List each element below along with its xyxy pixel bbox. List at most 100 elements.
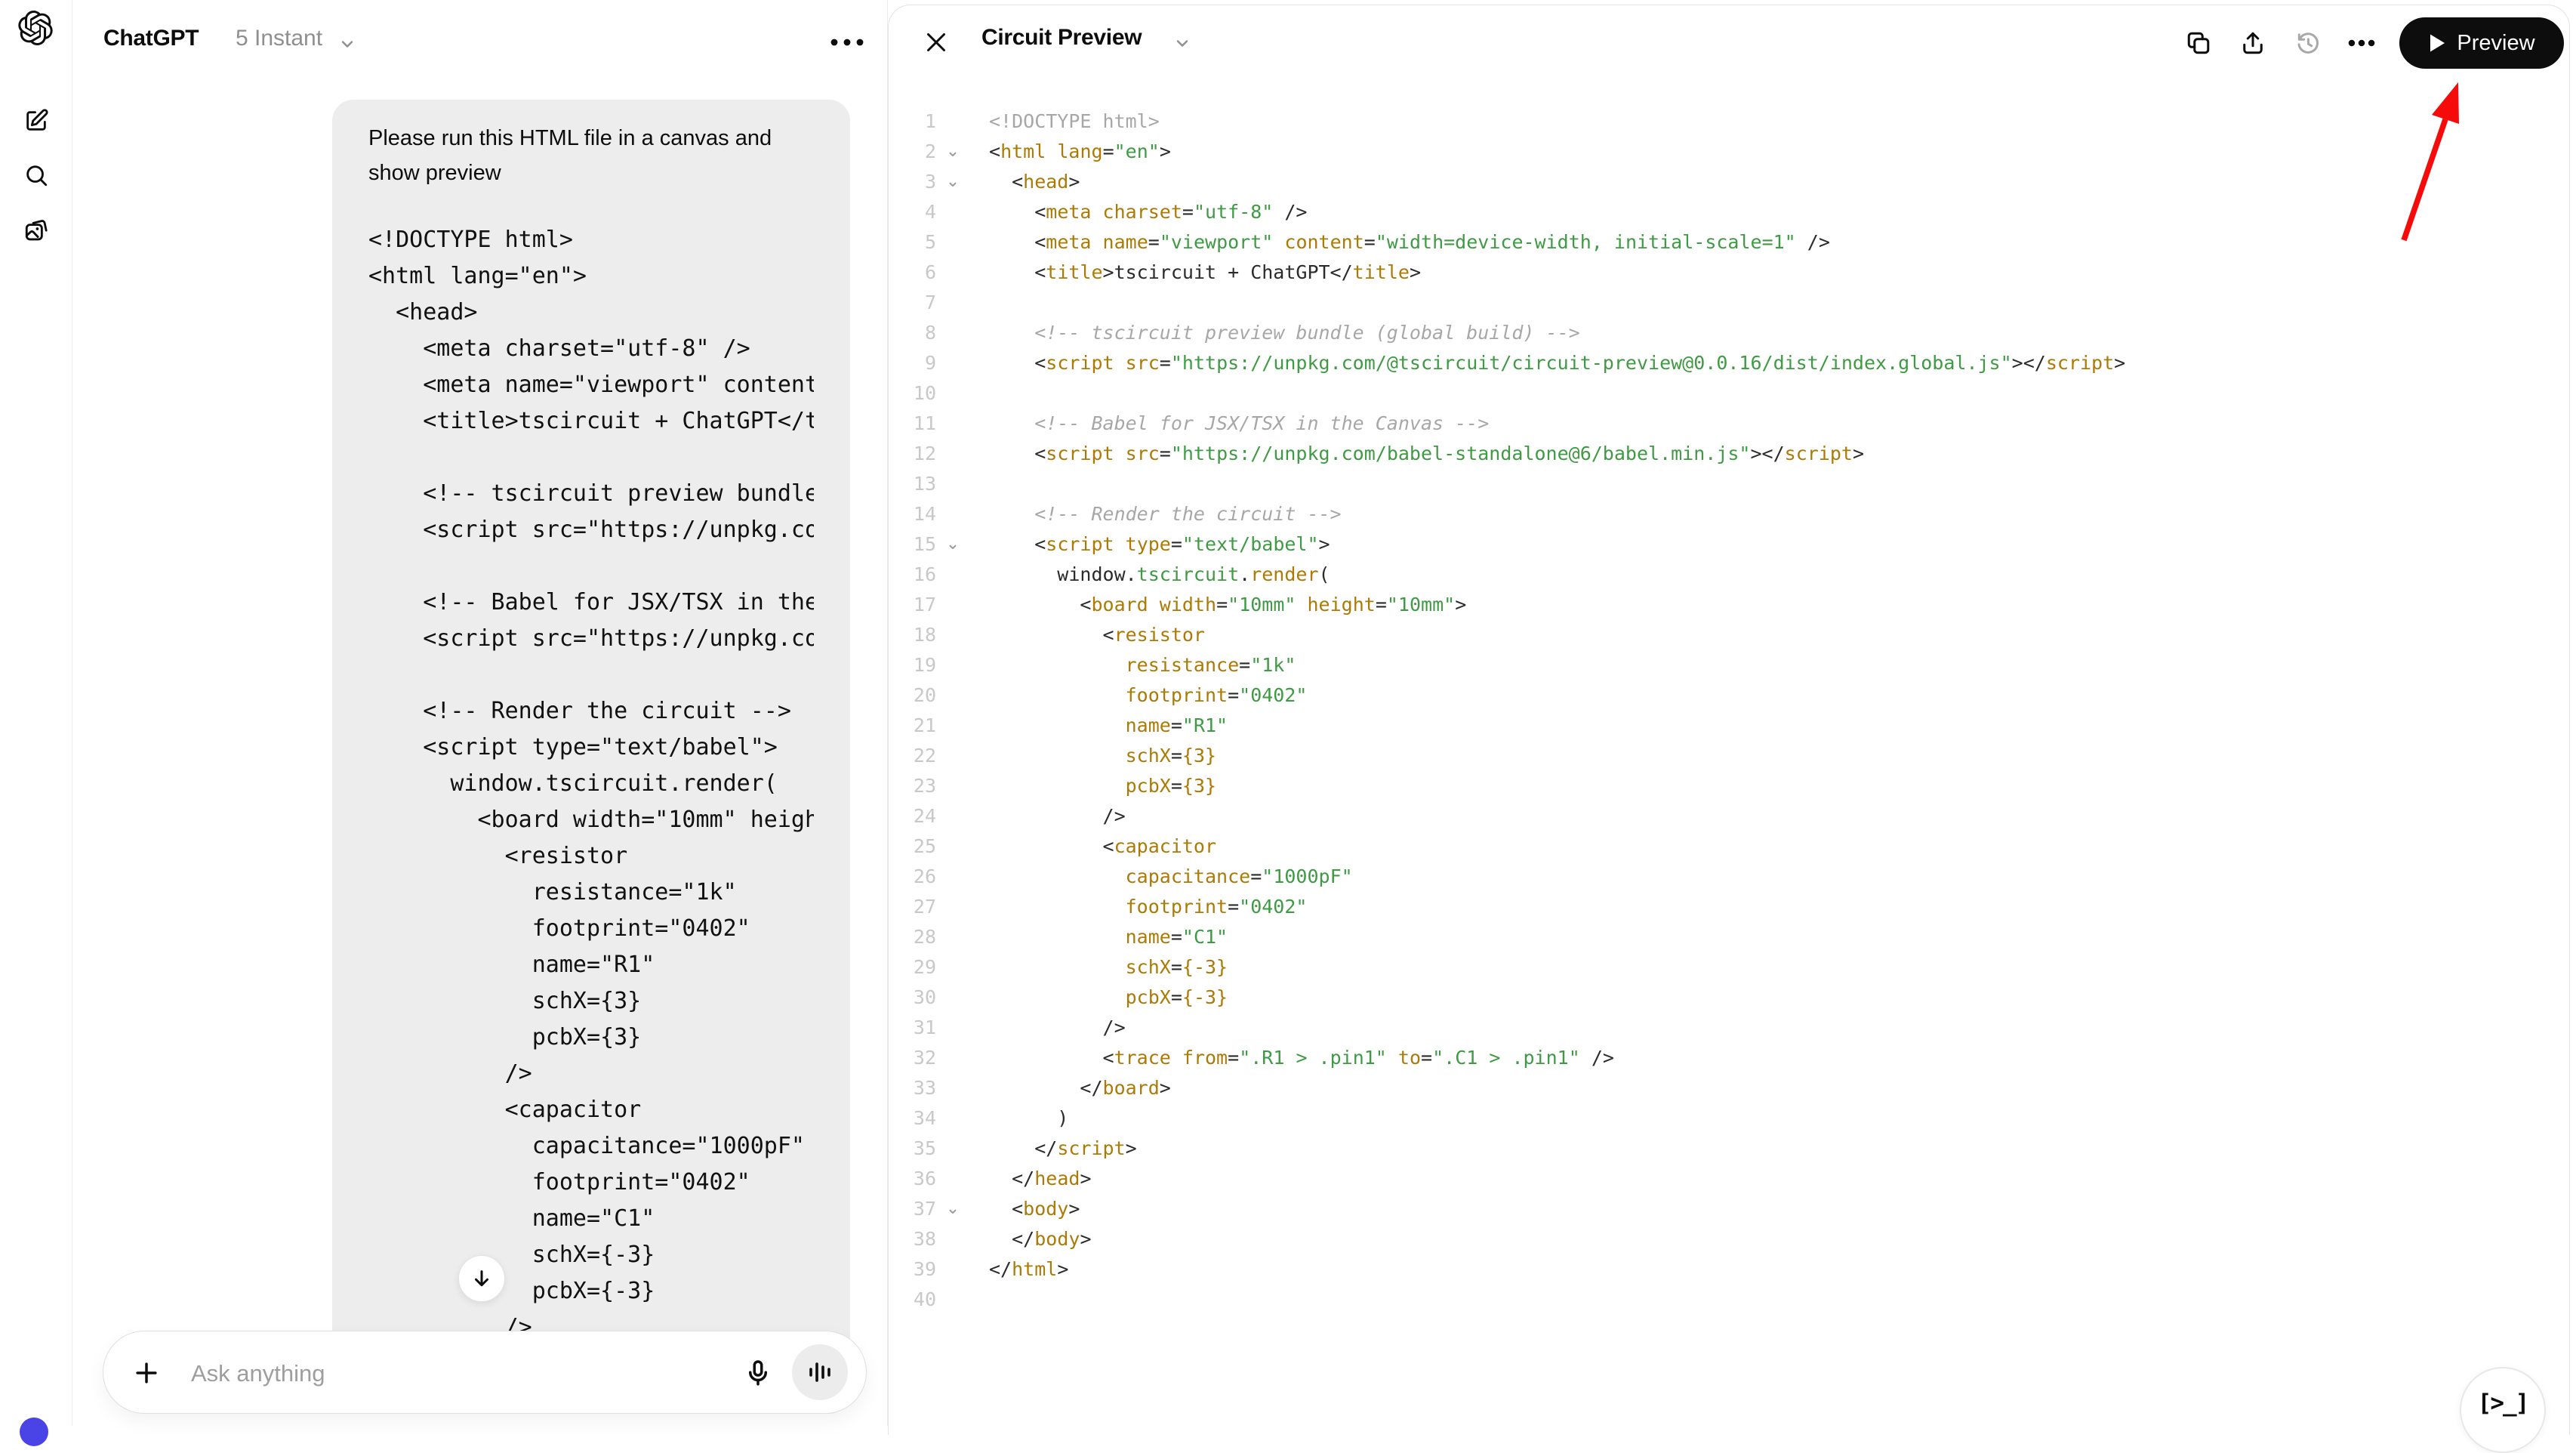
code-line[interactable]: 26 capacitance="1000pF"	[889, 861, 2565, 891]
line-number: 8	[889, 322, 936, 344]
code-line[interactable]: 24 />	[889, 801, 2565, 831]
code-line[interactable]: 5 <meta name="viewport" content="width=d…	[889, 227, 2565, 257]
code-line[interactable]: 1<!DOCTYPE html>	[889, 106, 2565, 136]
share-button[interactable]	[2236, 26, 2269, 60]
code-line[interactable]: 13	[889, 468, 2565, 498]
code-line[interactable]: 28 name="C1"	[889, 921, 2565, 952]
fold-chevron-icon[interactable]: ⌄	[936, 141, 969, 161]
code-text: <resistor	[969, 624, 1205, 646]
compose-icon	[23, 108, 49, 134]
code-line[interactable]: 39</html>	[889, 1254, 2565, 1284]
copy-icon	[2185, 29, 2212, 57]
user-avatar[interactable]	[20, 1418, 48, 1446]
line-number: 37	[889, 1198, 936, 1220]
code-line[interactable]: 25 <capacitor	[889, 831, 2565, 861]
fold-chevron-icon[interactable]: ⌄	[936, 171, 969, 191]
line-number: 10	[889, 382, 936, 404]
fold-chevron-icon[interactable]: ⌄	[936, 534, 969, 554]
code-line[interactable]: 33 </board>	[889, 1072, 2565, 1103]
code-line[interactable]: 38 </body>	[889, 1223, 2565, 1254]
line-number: 7	[889, 292, 936, 313]
scroll-to-bottom-button[interactable]	[458, 1255, 505, 1302]
code-line[interactable]: 14 <!-- Render the circuit -->	[889, 498, 2565, 529]
line-number: 32	[889, 1047, 936, 1069]
code-text: <!-- Babel for JSX/TSX in the Canvas -->	[969, 412, 1489, 434]
dictate-button[interactable]	[744, 1359, 772, 1387]
line-number: 19	[889, 654, 936, 676]
chat-input-placeholder[interactable]: Ask anything	[191, 1360, 325, 1387]
code-line[interactable]: 10	[889, 378, 2565, 408]
code-line[interactable]: 7	[889, 287, 2565, 317]
code-line[interactable]: 3⌄ <head>	[889, 166, 2565, 196]
line-number: 5	[889, 231, 936, 253]
chat-options-button[interactable]	[826, 27, 868, 57]
library-button[interactable]	[22, 216, 51, 245]
line-number: 34	[889, 1107, 936, 1129]
upload-icon	[2239, 29, 2266, 57]
code-line[interactable]: 21 name="R1"	[889, 710, 2565, 740]
code-line[interactable]: 34 )	[889, 1103, 2565, 1133]
code-line[interactable]: 6 <title>tscircuit + ChatGPT</title>	[889, 257, 2565, 287]
line-number: 12	[889, 443, 936, 464]
code-line[interactable]: 20 footprint="0402"	[889, 680, 2565, 710]
code-text: footprint="0402"	[969, 684, 1307, 706]
canvas-title-chevron-down-icon[interactable]	[1173, 34, 1191, 56]
model-selector-chevron-down-icon[interactable]	[338, 35, 356, 57]
attach-plus-button[interactable]	[132, 1359, 161, 1387]
copy-code-button[interactable]	[2182, 26, 2215, 60]
code-line[interactable]: 32 <trace from=".R1 > .pin1" to=".C1 > .…	[889, 1042, 2565, 1072]
code-line[interactable]: 18 <resistor	[889, 619, 2565, 649]
code-line[interactable]: 37⌄ <body>	[889, 1193, 2565, 1223]
code-text: <title>tscircuit + ChatGPT</title>	[969, 261, 1421, 283]
code-line[interactable]: 29 schX={-3}	[889, 952, 2565, 982]
line-number: 13	[889, 473, 936, 495]
user-message-text: Please run this HTML file in a canvas an…	[368, 121, 814, 190]
play-icon	[2428, 32, 2446, 54]
code-text: <body>	[969, 1198, 1080, 1220]
line-number: 23	[889, 775, 936, 797]
chat-app-title[interactable]: ChatGPT	[103, 26, 199, 51]
canvas-close-button[interactable]	[920, 26, 953, 59]
code-line[interactable]: 4 <meta charset="utf-8" />	[889, 196, 2565, 227]
new-chat-button[interactable]	[22, 106, 51, 135]
canvas-more-options-button[interactable]	[2345, 26, 2378, 60]
version-history-button[interactable]	[2291, 26, 2325, 60]
code-line[interactable]: 23 pcbX={3}	[889, 770, 2565, 801]
code-text: <script src="https://unpkg.com/babel-sta…	[969, 443, 1864, 464]
code-text: )	[969, 1107, 1068, 1129]
code-text: pcbX={3}	[969, 775, 1216, 797]
code-text: footprint="0402"	[969, 896, 1307, 918]
code-line[interactable]: 15⌄ <script type="text/babel">	[889, 529, 2565, 559]
code-line[interactable]: 2⌄<html lang="en">	[889, 136, 2565, 166]
code-line[interactable]: 30 pcbX={-3}	[889, 982, 2565, 1012]
code-line[interactable]: 40	[889, 1284, 2565, 1314]
console-button[interactable]: [>_]	[2460, 1367, 2546, 1453]
code-editor[interactable]: 1<!DOCTYPE html>2⌄<html lang="en">3⌄ <he…	[889, 106, 2565, 1314]
chat-input-bar[interactable]: Ask anything	[103, 1331, 867, 1414]
preview-button[interactable]: Preview	[2399, 17, 2564, 69]
code-line[interactable]: 8 <!-- tscircuit preview bundle (global …	[889, 317, 2565, 347]
code-line[interactable]: 11 <!-- Babel for JSX/TSX in the Canvas …	[889, 408, 2565, 438]
code-line[interactable]: 16 window.tscircuit.render(	[889, 559, 2565, 589]
code-line[interactable]: 12 <script src="https://unpkg.com/babel-…	[889, 438, 2565, 468]
code-text: </html>	[969, 1258, 1068, 1280]
line-number: 27	[889, 896, 936, 918]
code-line[interactable]: 17 <board width="10mm" height="10mm">	[889, 589, 2565, 619]
code-line[interactable]: 19 resistance="1k"	[889, 649, 2565, 680]
line-number: 25	[889, 835, 936, 857]
voice-mode-button[interactable]	[792, 1344, 848, 1400]
code-line[interactable]: 22 schX={3}	[889, 740, 2565, 770]
line-number: 11	[889, 412, 936, 434]
fold-chevron-icon[interactable]: ⌄	[936, 1198, 969, 1218]
search-chats-button[interactable]	[22, 161, 51, 190]
code-text: <!-- Render the circuit -->	[969, 503, 1342, 525]
code-line[interactable]: 35 </script>	[889, 1133, 2565, 1163]
model-selector-label[interactable]: 5 Instant	[236, 26, 322, 51]
code-line[interactable]: 31 />	[889, 1012, 2565, 1042]
code-line[interactable]: 27 footprint="0402"	[889, 891, 2565, 921]
code-line[interactable]: 36 </head>	[889, 1163, 2565, 1193]
arrow-down-icon	[470, 1267, 493, 1290]
canvas-title[interactable]: Circuit Preview	[981, 25, 1142, 51]
line-number: 22	[889, 745, 936, 767]
code-line[interactable]: 9 <script src="https://unpkg.com/@tscirc…	[889, 347, 2565, 378]
